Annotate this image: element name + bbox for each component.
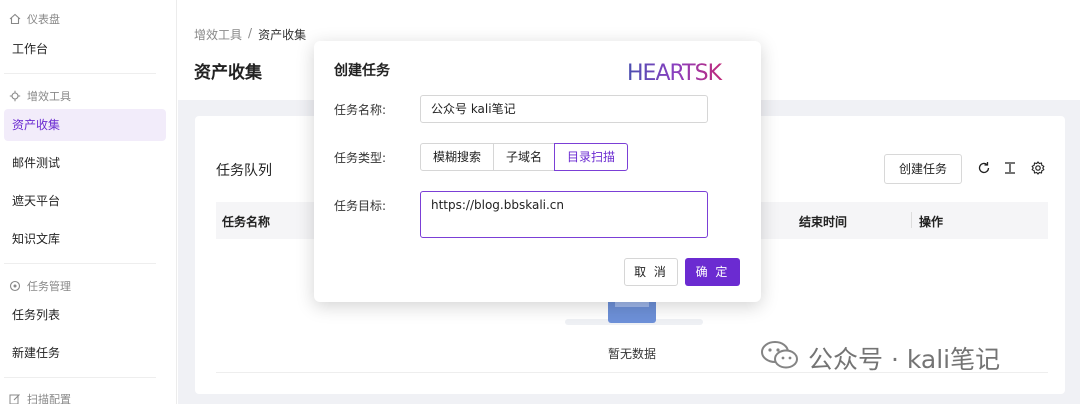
create-task-button[interactable]: 创建任务 [884,154,962,184]
breadcrumb-separator: / [248,26,253,40]
divider [4,377,156,378]
column-header-actions[interactable]: 操作 [919,213,943,230]
task-target-label: 任务目标: [334,199,387,213]
task-type-subdomain[interactable]: 子域名 [493,143,556,171]
sidebar-group-task-mgmt[interactable]: 任务管理 [9,278,71,294]
target-icon [9,280,21,292]
column-height-icon[interactable] [1002,160,1018,176]
task-type-label: 任务类型: [334,151,387,165]
heartsk-logo: HEARTSK [627,61,731,86]
sidebar-item-label: 工作台 [12,42,49,56]
breadcrumb: 增效工具 / 资产收集 [194,26,306,43]
edit-icon [9,393,21,404]
home-icon [9,13,21,25]
task-target-textarea[interactable]: https://blog.bbskali.cn [420,191,708,238]
sidebar-item-knowledge[interactable]: 知识文库 [4,223,166,255]
tool-icon [9,90,21,102]
watermark: 公众号 · kali笔记 [760,340,1000,376]
sidebar-item-new-task[interactable]: 新建任务 [4,337,166,369]
queue-title: 任务队列 [216,163,272,179]
task-name-input[interactable]: 公众号 kali笔记 [420,95,708,123]
task-type-fuzzy-search[interactable]: 模糊搜索 [420,143,495,171]
sidebar-item-label: 资产收集 [12,118,61,132]
sidebar-group-scan-config[interactable]: 扫描配置 [9,391,71,404]
page-title: 资产收集 [194,63,262,83]
settings-icon[interactable] [1030,160,1046,176]
modal-title: 创建任务 [334,63,390,79]
sidebar-group-label: 增效工具 [27,90,71,103]
watermark-text: 公众号 · kali笔记 [808,345,1001,374]
task-target-value: https://blog.bbskali.cn [431,198,565,212]
sidebar-item-task-list[interactable]: 任务列表 [4,299,166,331]
divider [4,263,156,264]
divider [4,73,156,74]
sidebar-group-label: 扫描配置 [27,393,71,404]
cancel-button[interactable]: 取 消 [624,258,678,286]
column-separator [911,212,912,228]
sidebar-item-label: 新建任务 [12,346,61,360]
sidebar-item-asset-collect[interactable]: 资产收集 [4,109,166,141]
sidebar-item-mail-test[interactable]: 邮件测试 [4,147,166,179]
confirm-button[interactable]: 确 定 [685,258,740,286]
refresh-icon[interactable] [976,160,992,176]
sidebar-item-workbench[interactable]: 工作台 [4,33,166,65]
create-task-modal: 创建任务 HEARTSK 任务名称: 公众号 kali笔记 任务类型: 模糊搜索… [314,41,761,302]
sidebar-item-zhetian[interactable]: 遮天平台 [4,185,166,217]
column-header-end-time[interactable]: 结束时间 [799,213,847,230]
sidebar-group-label: 任务管理 [27,280,71,293]
task-type-dir-scan[interactable]: 目录扫描 [554,143,629,171]
sidebar-item-label: 遮天平台 [12,194,61,208]
breadcrumb-parent[interactable]: 增效工具 [194,26,242,43]
sidebar-item-label: 邮件测试 [12,156,61,170]
svg-text:HEARTSK: HEARTSK [627,61,723,83]
column-header-task-name[interactable]: 任务名称 [222,213,270,230]
task-name-label: 任务名称: [334,103,387,117]
wechat-icon [760,340,800,376]
sidebar: 仪表盘 工作台 增效工具 资产收集 邮件测试 遮天平台 知识文库 任务管理 任务… [0,0,177,404]
sidebar-group-tools[interactable]: 增效工具 [9,88,71,104]
task-type-selector: 模糊搜索 子域名 目录扫描 [420,143,629,171]
sidebar-group-dashboard[interactable]: 仪表盘 [9,11,60,27]
breadcrumb-current: 资产收集 [258,28,307,42]
sidebar-group-label: 仪表盘 [27,13,60,26]
sidebar-item-label: 知识文库 [12,232,61,246]
sidebar-item-label: 任务列表 [12,308,61,322]
